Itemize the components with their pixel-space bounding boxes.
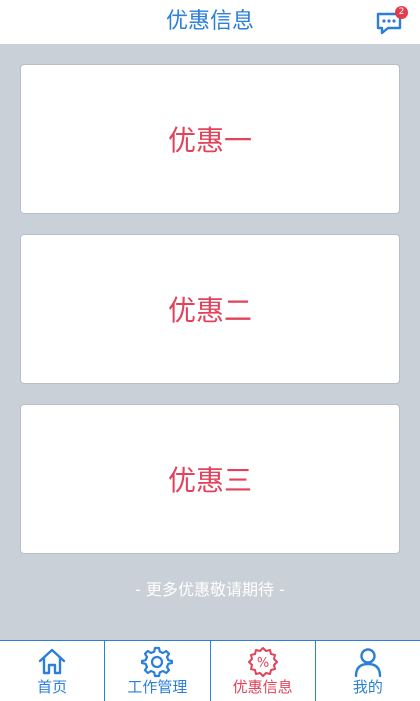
offer-card-2[interactable]: 优惠二: [20, 234, 400, 384]
home-icon: [38, 648, 66, 675]
tab-label: 工作管理: [127, 678, 188, 696]
svg-text:%: %: [256, 656, 268, 671]
more-offers-note: - 更多优惠敬请期待 -: [135, 580, 285, 599]
messages-button[interactable]: 2: [374, 6, 408, 38]
tab-label: 首页: [37, 678, 68, 696]
gear-icon: [141, 646, 174, 678]
top-header: 优惠信息 2: [0, 0, 420, 44]
offer-card-1[interactable]: 优惠一: [20, 64, 400, 214]
discount-icon: %: [247, 647, 278, 677]
offer-card-3[interactable]: 优惠三: [20, 404, 400, 554]
page-title: 优惠信息: [165, 9, 254, 34]
tab-label: 优惠信息: [232, 678, 293, 696]
offer-card-label: 优惠三: [167, 464, 252, 497]
tab-work-management[interactable]: 工作管理: [105, 641, 211, 701]
offer-card-label: 优惠二: [167, 294, 252, 327]
offer-card-label: 优惠一: [167, 124, 252, 157]
bottom-tab-bar: 首页 工作管理 % 优惠信息 我的: [0, 640, 420, 701]
user-icon: [354, 648, 382, 678]
tab-mine[interactable]: 我的: [316, 641, 420, 701]
tab-offers[interactable]: % 优惠信息: [211, 641, 316, 701]
tab-home[interactable]: 首页: [0, 641, 106, 701]
tab-label: 我的: [352, 678, 383, 696]
message-count-badge: 2: [395, 6, 408, 19]
